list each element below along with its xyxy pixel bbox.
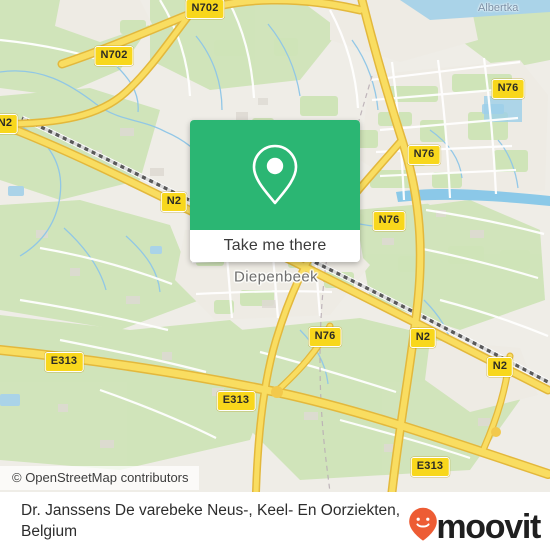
road-shield-e313-a[interactable]: E313 — [44, 352, 84, 372]
popup-pin-panel — [190, 120, 360, 230]
road-shield-n702-b[interactable]: N702 — [94, 46, 134, 66]
footer-bar: Dr. Janssens De varebeke Neus-, Keel- En… — [0, 492, 550, 550]
moovit-map-screenshot: Diepenbeek Albertka N702 N702 N76 N76 N7… — [0, 0, 550, 550]
moovit-wordmark: moovit — [436, 507, 541, 546]
road-shield-e313-b[interactable]: E313 — [216, 391, 256, 411]
location-title: Dr. Janssens De varebeke Neus-, Keel- En… — [21, 502, 401, 540]
map-canvas[interactable]: Diepenbeek Albertka N702 N702 N76 N76 N7… — [0, 0, 550, 492]
road-shield-n76-b[interactable]: N76 — [407, 145, 441, 165]
place-label-diepenbeek: Diepenbeek — [233, 268, 319, 286]
road-shield-n76-d[interactable]: N76 — [308, 327, 342, 347]
road-shield-n76-c[interactable]: N76 — [372, 211, 406, 231]
road-shield-n2-a[interactable]: N2 — [0, 114, 19, 134]
take-me-there-button[interactable]: Take me there — [190, 230, 360, 262]
map-pin-icon — [249, 142, 301, 208]
road-shield-e313-c[interactable]: E313 — [410, 457, 450, 477]
road-shield-n76-a[interactable]: N76 — [491, 79, 525, 99]
moovit-logo[interactable]: moovit — [408, 507, 541, 546]
road-shield-n2-d[interactable]: N2 — [486, 357, 514, 377]
moovit-pin-icon — [408, 507, 438, 546]
map-attribution[interactable]: © OpenStreetMap contributors — [0, 466, 199, 490]
road-shield-n2-c[interactable]: N2 — [409, 328, 437, 348]
location-popup-card[interactable]: Take me there — [190, 120, 360, 262]
road-shield-n702-a[interactable]: N702 — [185, 0, 225, 19]
road-shield-n2-b[interactable]: N2 — [160, 192, 188, 212]
water-label-albertkanaal: Albertka — [478, 2, 519, 14]
take-me-there-label: Take me there — [223, 237, 327, 254]
